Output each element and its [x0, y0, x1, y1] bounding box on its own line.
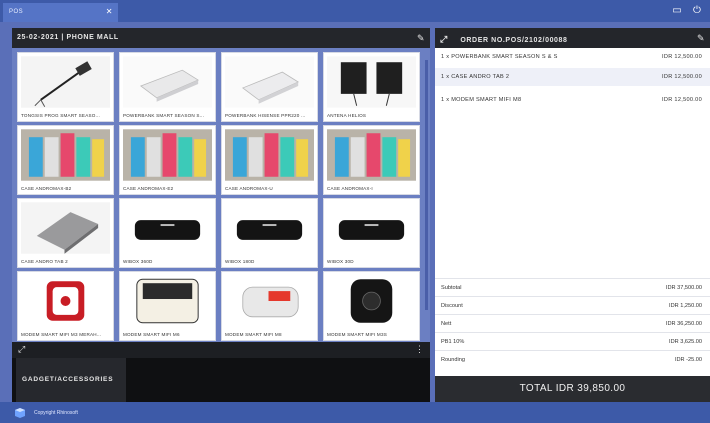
product-card[interactable]: MODEM SMART MIFI M3S [323, 271, 420, 341]
mifi-black-icon [327, 275, 416, 327]
product-label: CASE ANDROMAX-I [327, 186, 373, 191]
category-gadget-accessories[interactable]: GADGET/ACCESSORIES [16, 358, 126, 402]
summary-label: Nett [441, 321, 452, 327]
powerbank-icon [123, 56, 212, 108]
tablet-case-icon [21, 202, 110, 254]
antenna-icon [327, 56, 416, 108]
wibox-icon [327, 202, 416, 254]
product-card[interactable]: MODEM SMART MIFI M6 [119, 271, 216, 341]
product-card[interactable]: WIBOX 30D [323, 198, 420, 268]
order-item-price: IDR 12,500.00 [662, 54, 702, 60]
expand-icon[interactable]: ⤢ [440, 34, 448, 44]
product-label: CASE ANDROMAX-E2 [123, 186, 174, 191]
mifi-icon [225, 275, 314, 327]
summary-label: Subtotal [441, 285, 462, 291]
summary-rounding: Rounding IDR -25.00 [435, 350, 710, 368]
product-label: MODEM SMART MIFI M3S [327, 332, 387, 337]
product-card[interactable]: CASE ANDROMAX-U [221, 125, 318, 195]
mifi-icon [123, 275, 212, 327]
product-label: MODEM SMART MIFI M6 [123, 332, 180, 337]
summary-label: PB1 10% [441, 339, 465, 345]
product-label: ANTENA HELIOS [327, 113, 367, 118]
wibox-icon [225, 202, 314, 254]
summary-label: Rounding [441, 357, 465, 363]
summary-value: IDR 1,250.00 [669, 303, 702, 309]
summary-label: Discount [441, 303, 463, 309]
product-label: POWERBANK SMART SEASON S... [123, 113, 205, 118]
top-bar: POS ✕ ▭ ⏻ [0, 0, 710, 22]
order-item[interactable]: 1 x MODEM SMART MIFI M8 IDR 12,500.00 [435, 91, 710, 109]
summary-nett: Nett IDR 36,250.00 [435, 314, 710, 332]
rhinosoft-logo-icon [15, 408, 25, 418]
edit-icon[interactable]: ✎ [697, 33, 707, 43]
tab-pos[interactable]: POS ✕ [3, 3, 118, 22]
order-item-price: IDR 12,500.00 [662, 74, 702, 80]
wibox-icon [123, 202, 212, 254]
store-date-title: 25-02-2021 | PHONE MALL [17, 34, 119, 41]
order-panel: ⤢ ORDER NO.POS/2102/00088 ✎ 1 x POWERBAN… [435, 28, 710, 402]
product-label: CASE ANDRO TAB 2 [21, 259, 68, 264]
footer: Copyright Rhinosoft [0, 402, 710, 423]
product-label: CASE ANDROMAX-U [225, 186, 273, 191]
product-card[interactable]: ANTENA HELIOS [323, 52, 420, 122]
summary-value: IDR 37,500.00 [665, 285, 702, 291]
order-item-name: 1 x POWERBANK SMART SEASON S & S [441, 54, 558, 60]
more-vertical-icon[interactable]: ⋮ [415, 344, 424, 355]
summary-value: IDR 3,625.00 [669, 339, 702, 345]
summary-value: IDR 36,250.00 [665, 321, 702, 327]
order-panel-header: ⤢ ORDER NO.POS/2102/00088 [435, 28, 710, 48]
summary-subtotal: Subtotal IDR 37,500.00 [435, 278, 710, 296]
power-icon[interactable]: ⏻ [690, 4, 704, 18]
order-item-price: IDR 12,500.00 [662, 97, 702, 103]
phone-case-icon [21, 129, 110, 181]
product-card[interactable]: CASE ANDROMAX-I [323, 125, 420, 195]
order-item-name: 1 x CASE ANDRO TAB 2 [441, 74, 510, 80]
product-label: WIBOX 360D [123, 259, 153, 264]
expand-icon[interactable]: ⤢ [18, 344, 25, 355]
product-card[interactable]: WIBOX 180D [221, 198, 318, 268]
product-card[interactable]: CASE ANDRO TAB 2 [17, 198, 114, 268]
product-label: CASE ANDROMAX-B2 [21, 186, 72, 191]
product-label: MODEM SMART MIFI M3 MERAH... [21, 332, 102, 337]
total-button[interactable]: TOTAL IDR 39,850.00 [435, 376, 710, 402]
window-icon[interactable]: ▭ [670, 4, 684, 18]
phone-case-icon [123, 129, 212, 181]
copyright-text: Copyright Rhinosoft [34, 410, 78, 416]
order-number: ORDER NO.POS/2102/00088 [460, 37, 568, 44]
powerbank-icon [225, 56, 314, 108]
product-label: POWERBANK HISENSE PPR220 ... [225, 113, 306, 118]
order-item-name: 1 x MODEM SMART MIFI M8 [441, 97, 522, 103]
product-card[interactable]: POWERBANK HISENSE PPR220 ... [221, 52, 318, 122]
product-card[interactable]: MODEM SMART MIFI M3 MERAH... [17, 271, 114, 341]
product-grid: TONGSIS PROG SMART SEASO... POWERBANK SM… [17, 52, 427, 342]
category-area: GADGET/ACCESSORIES [12, 358, 430, 402]
product-card[interactable]: WIBOX 360D [119, 198, 216, 268]
product-label: WIBOX 30D [327, 259, 354, 264]
phone-case-icon [327, 129, 416, 181]
product-card[interactable]: TONGSIS PROG SMART SEASO... [17, 52, 114, 122]
summary-value: IDR -25.00 [674, 357, 702, 363]
product-card[interactable]: CASE ANDROMAX-B2 [17, 125, 114, 195]
edit-icon[interactable]: ✎ [417, 33, 427, 43]
tab-label: POS [9, 9, 24, 15]
close-icon[interactable]: ✕ [106, 7, 113, 16]
category-toolbar: ⤢ ⋮ [12, 342, 430, 358]
product-card[interactable]: POWERBANK SMART SEASON S... [119, 52, 216, 122]
order-item[interactable]: 1 x POWERBANK SMART SEASON S & S IDR 12,… [435, 48, 710, 66]
selfie-stick-icon [21, 56, 110, 108]
summary-discount: Discount IDR 1,250.00 [435, 296, 710, 314]
product-panel-header: 25-02-2021 | PHONE MALL [12, 28, 430, 48]
phone-case-icon [225, 129, 314, 181]
product-label: TONGSIS PROG SMART SEASO... [21, 113, 100, 118]
product-label: MODEM SMART MIFI M8 [225, 332, 282, 337]
product-label: WIBOX 180D [225, 259, 255, 264]
mifi-red-icon [21, 275, 110, 327]
product-card[interactable]: MODEM SMART MIFI M8 [221, 271, 318, 341]
summary-tax: PB1 10% IDR 3,625.00 [435, 332, 710, 350]
product-card[interactable]: CASE ANDROMAX-E2 [119, 125, 216, 195]
order-item-selected[interactable]: 1 x CASE ANDRO TAB 2 IDR 12,500.00 [435, 68, 710, 86]
